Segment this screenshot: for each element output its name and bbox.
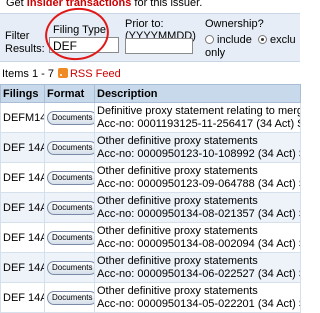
items-count: Items 1 - 7 xyxy=(2,68,54,80)
documents-button[interactable]: Documents xyxy=(47,110,94,125)
table-header-row: Filings Format Description xyxy=(0,84,301,103)
filter-label-line2: Results: xyxy=(5,43,45,55)
filings-table: Filings Format Description DEFM14A Docum… xyxy=(0,84,301,313)
rss-feed-link[interactable]: RSS Feed xyxy=(70,68,121,80)
accession-line: Acc-no: 0001193125-11-256417 (34 Act) Si… xyxy=(97,117,300,130)
filing-type-cell: DEF 14A xyxy=(0,222,45,253)
filing-type-cell: DEF 14A xyxy=(0,252,45,283)
description-cell: Other definitive proxy statements Acc-no:… xyxy=(94,222,301,253)
filter-results-label: Filter Results: xyxy=(5,30,45,56)
description-cell: Other definitive proxy statements Acc-no:… xyxy=(94,282,301,313)
description-cell: Other definitive proxy statements Acc-no:… xyxy=(94,132,301,163)
include-label: include xyxy=(217,34,252,46)
table-row: DEF 14A Documents Other definitive proxy… xyxy=(0,192,301,223)
filing-type-cell: DEF 14A xyxy=(0,282,45,313)
accession-line: Acc-no: 0000950134-06-022527 (34 Act) Si… xyxy=(97,267,300,280)
filter-label-line1: Filter xyxy=(5,30,30,42)
accession-line: Acc-no: 0000950123-09-064788 (34 Act) Si… xyxy=(97,177,300,190)
description-line: Other definitive proxy statements xyxy=(97,134,258,147)
accession-line: Acc-no: 0000950123-10-108992 (34 Act) Si… xyxy=(97,147,300,160)
description-cell: Other definitive proxy statements Acc-no:… xyxy=(94,252,301,283)
documents-button[interactable]: Documents xyxy=(47,200,94,215)
format-cell: Documents xyxy=(44,282,95,313)
table-row: DEFM14A Documents Definitive proxy state… xyxy=(0,102,301,133)
documents-button[interactable]: Documents xyxy=(47,170,94,185)
description-line: Other definitive proxy statements xyxy=(97,164,258,177)
table-row: DEF 14A Documents Other definitive proxy… xyxy=(0,162,301,193)
accession-line: Acc-no: 0000950134-05-022201 (34 Act) Si… xyxy=(97,297,300,310)
only-label: only xyxy=(205,47,226,59)
description-line: Other definitive proxy statements xyxy=(97,224,258,237)
documents-button[interactable]: Documents xyxy=(47,140,94,155)
documents-button[interactable]: Documents xyxy=(47,290,94,305)
prior-to-input[interactable] xyxy=(125,38,193,54)
description-cell: Other definitive proxy statements Acc-no:… xyxy=(94,192,301,223)
insider-transactions-line: Get insider transactions for this issuer… xyxy=(6,0,202,9)
description-cell: Definitive proxy statement relating to m… xyxy=(94,102,301,133)
exclude-label: exclu xyxy=(269,34,296,46)
exclude-radio[interactable] xyxy=(257,35,267,44)
documents-button[interactable]: Documents xyxy=(47,230,94,245)
header-suffix: for this issuer. xyxy=(131,0,203,9)
table-row: DEF 14A Documents Other definitive proxy… xyxy=(0,132,301,163)
ownership-options: include exclu only xyxy=(205,34,296,60)
description-line: Other definitive proxy statements xyxy=(97,254,258,267)
items-bar: Items 1 - 7 RSS Feed xyxy=(2,68,121,80)
header-format[interactable]: Format xyxy=(44,84,95,103)
description-line: Definitive proxy statement relating to m… xyxy=(97,104,300,117)
accession-line: Acc-no: 0000950134-08-021357 (34 Act) Si… xyxy=(97,207,300,220)
filing-type-cell: DEFM14A xyxy=(0,102,45,133)
format-cell: Documents xyxy=(44,192,95,223)
description-cell: Other definitive proxy statements Acc-no:… xyxy=(94,162,301,193)
documents-button[interactable]: Documents xyxy=(47,260,94,275)
table-row: DEF 14A Documents Other definitive proxy… xyxy=(0,222,301,253)
prior-to-label-line1: Prior to: xyxy=(125,18,164,30)
filing-type-cell: DEF 14A xyxy=(0,162,45,193)
header-prefix: Get xyxy=(6,0,27,9)
rss-icon[interactable] xyxy=(57,68,68,78)
header-filings[interactable]: Filings xyxy=(0,84,45,103)
filing-type-cell: DEF 14A xyxy=(0,192,45,223)
table-row: DEF 14A Documents Other definitive proxy… xyxy=(0,252,301,283)
table-row: DEF 14A Documents Other definitive proxy… xyxy=(0,282,301,313)
ownership-label: Ownership? xyxy=(205,18,264,30)
accession-line: Acc-no: 0000950134-08-002094 (34 Act) Si… xyxy=(97,237,300,250)
header-description[interactable]: Description xyxy=(94,84,301,103)
description-line: Other definitive proxy statements xyxy=(97,194,258,207)
include-radio[interactable] xyxy=(205,35,214,44)
filing-type-cell: DEF 14A xyxy=(0,132,45,163)
format-cell: Documents xyxy=(44,132,95,163)
format-cell: Documents xyxy=(44,162,95,193)
format-cell: Documents xyxy=(44,102,95,133)
description-line: Other definitive proxy statements xyxy=(97,284,258,297)
format-cell: Documents xyxy=(44,252,95,283)
format-cell: Documents xyxy=(44,222,95,253)
